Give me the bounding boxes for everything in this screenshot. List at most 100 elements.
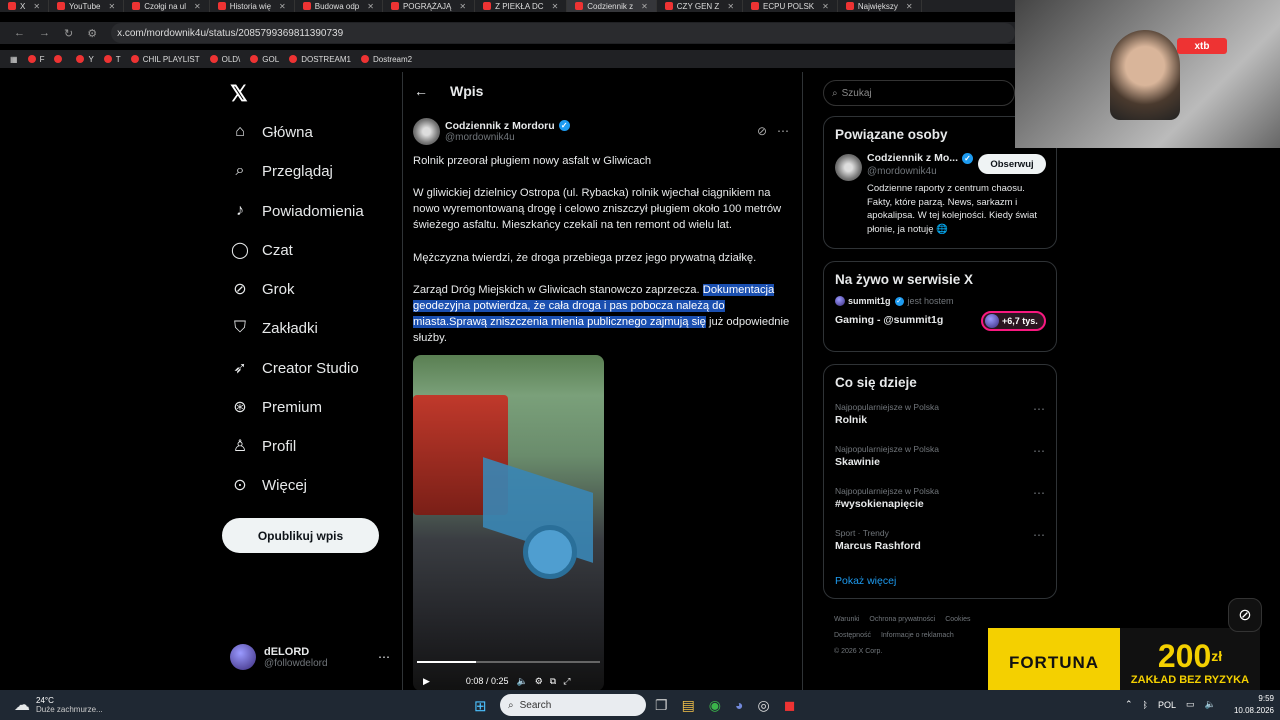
grok-icon[interactable]: ⊘	[757, 124, 767, 138]
bookmark-item[interactable]: DOSTREAM1	[289, 55, 351, 64]
live-stream-title[interactable]: Gaming - @summit1g	[835, 314, 943, 326]
close-icon[interactable]: ✕	[367, 2, 374, 11]
nav-item-przeglądaj[interactable]: ⌕ Przeglądaj	[230, 159, 333, 183]
browser-tab[interactable]: Największy ✕	[838, 0, 922, 12]
bookmark-item[interactable]: Y	[76, 55, 94, 64]
more-icon[interactable]: ⋯	[777, 124, 789, 138]
video-progress-bar[interactable]	[417, 661, 600, 663]
close-icon[interactable]: ✕	[727, 2, 734, 11]
account-switcher[interactable]: dELORD @followdelord ⋯	[230, 642, 390, 672]
trend-item[interactable]: Sport · Trendy Marcus Rashford ⋯	[835, 528, 1045, 562]
browser-tab[interactable]: Z PIEKŁA DC ✕	[475, 0, 568, 12]
x-logo-icon[interactable]: 𝕏	[230, 81, 248, 107]
nav-item-creator-studio[interactable]: ➶ Creator Studio	[230, 356, 358, 380]
close-icon[interactable]: ✕	[906, 2, 913, 11]
close-icon[interactable]: ✕	[641, 2, 648, 11]
footer-link[interactable]: Dostępność	[834, 632, 871, 639]
tray-bluetooth-icon[interactable]: ᛒ	[1143, 700, 1148, 710]
weather-icon[interactable]: ☁	[14, 695, 30, 715]
volume-icon[interactable]: 🔈	[516, 676, 527, 687]
tray-chevron-icon[interactable]: ⌃	[1125, 699, 1133, 710]
browser-tab[interactable]: Czołgi na ul ✕	[124, 0, 210, 12]
browser-tab[interactable]: YouTube ✕	[49, 0, 125, 12]
bookmark-item[interactable]	[54, 55, 66, 63]
url-field[interactable]: x.com/mordownik4u/status/208579936981139…	[111, 23, 1015, 43]
bookmark-item[interactable]: CHIL PLAYLIST	[130, 55, 200, 64]
tray-volume-icon[interactable]: 🔈	[1204, 699, 1215, 710]
footer-link[interactable]: © 2026 X Corp.	[834, 648, 882, 655]
close-icon[interactable]: ✕	[194, 2, 201, 11]
show-more-link[interactable]: Pokaż więcej	[835, 575, 896, 587]
bookmark-item[interactable]: GOL	[250, 55, 279, 64]
footer-link[interactable]: Cookies	[945, 616, 970, 623]
forward-nav-icon[interactable]: →	[39, 27, 50, 39]
chrome-icon[interactable]: ◉	[709, 697, 721, 714]
grok-float-button[interactable]: ⊘	[1228, 598, 1262, 632]
bookmark-item[interactable]: F	[27, 55, 44, 64]
play-icon[interactable]: ▶	[423, 676, 430, 687]
follow-button[interactable]: Obserwuj	[978, 154, 1046, 174]
footer-link[interactable]: Informacje o reklamach	[881, 632, 954, 639]
back-arrow-icon[interactable]: ←	[414, 83, 428, 99]
trend-item[interactable]: Najpopularniejsze w Polska Rolnik ⋯	[835, 402, 1045, 436]
related-name[interactable]: Codziennik z Mo...	[867, 152, 958, 164]
tray-network-icon[interactable]: ▭	[1186, 699, 1195, 710]
video-player[interactable]	[413, 355, 604, 691]
author-handle[interactable]: @mordownik4u	[445, 132, 757, 143]
footer-link[interactable]: Warunki	[834, 616, 859, 623]
apps-icon[interactable]: ▦	[10, 55, 18, 64]
close-icon[interactable]: ✕	[33, 2, 40, 11]
windows-start-icon[interactable]: ⊞	[474, 697, 487, 715]
close-icon[interactable]: ✕	[459, 2, 466, 11]
nav-item-więcej[interactable]: ⊙ Więcej	[230, 473, 307, 497]
nav-item-grok[interactable]: ⊘ Grok	[230, 277, 294, 301]
nav-item-powiadomienia[interactable]: ♪ Powiadomienia	[230, 199, 364, 223]
trend-item[interactable]: Najpopularniejsze w Polska #wysokienapięc…	[835, 486, 1045, 520]
browser-tab[interactable]: ECPU POLSK ✕	[743, 0, 838, 12]
live-host[interactable]: summit1g	[848, 296, 891, 306]
settings-icon[interactable]: ⚙	[535, 676, 543, 687]
browser-tab[interactable]: Codziennik z ✕	[567, 0, 657, 12]
nav-item-główna[interactable]: ⌂ Główna	[230, 120, 313, 144]
close-icon[interactable]: ✕	[822, 2, 829, 11]
pip-icon[interactable]: ⧉	[550, 676, 556, 687]
browser-tab[interactable]: Historia wię ✕	[210, 0, 295, 12]
footer-link[interactable]: Ochrona prywatności	[869, 616, 935, 623]
nav-item-zakładki[interactable]: ⛉ Zakładki	[230, 316, 318, 340]
browser-tab[interactable]: POGRĄŻAJĄ ✕	[383, 0, 476, 12]
bookmark-item[interactable]: Dostream2	[360, 55, 412, 64]
related-avatar[interactable]	[835, 154, 862, 181]
close-icon[interactable]: ✕	[552, 2, 559, 11]
back-nav-icon[interactable]: ←	[14, 27, 25, 39]
bookmark-item[interactable]: OLD\	[209, 55, 240, 64]
nav-item-premium[interactable]: ⊛ Premium	[230, 395, 322, 419]
fullscreen-icon[interactable]: ⤢	[563, 676, 570, 687]
taskbar-search[interactable]: ⌕ Search	[500, 694, 646, 716]
trend-item[interactable]: Najpopularniejsze w Polska Skawinie ⋯	[835, 444, 1045, 478]
live-viewers-badge[interactable]: +6,7 tys.	[981, 311, 1046, 331]
close-icon[interactable]: ✕	[279, 2, 286, 11]
more-icon[interactable]: ⋯	[1033, 444, 1045, 458]
browser-tab[interactable]: Budowa odp ✕	[295, 0, 383, 12]
author-avatar[interactable]	[413, 117, 440, 145]
nav-item-czat[interactable]: ◯ Czat	[230, 238, 293, 262]
file-explorer-icon[interactable]: ▤	[682, 697, 695, 714]
close-icon[interactable]: ✕	[108, 2, 115, 11]
search-input[interactable]: ⌕ Szukaj	[823, 80, 1015, 106]
discord-icon[interactable]: ◕	[735, 697, 743, 714]
browser-tab[interactable]: CZY GEN Z ✕	[657, 0, 744, 12]
obs-icon[interactable]: ◎	[757, 697, 769, 714]
more-icon[interactable]: ⋯	[1033, 486, 1045, 500]
more-icon[interactable]: ⋯	[378, 650, 390, 664]
bookmark-item[interactable]: T	[103, 55, 121, 64]
task-view-icon[interactable]: ❐	[655, 697, 668, 714]
app-icon[interactable]: ◼	[784, 697, 796, 714]
site-info-icon[interactable]: ⚙	[87, 27, 97, 40]
author-name[interactable]: Codziennik z Mordoru	[445, 120, 555, 132]
more-icon[interactable]: ⋯	[1033, 528, 1045, 542]
browser-tab[interactable]: X ✕	[0, 0, 50, 12]
nav-item-profil[interactable]: ♙ Profil	[230, 434, 296, 458]
tray-lang[interactable]: POL	[1158, 700, 1176, 710]
reload-icon[interactable]: ↻	[64, 27, 73, 40]
post-button[interactable]: Opublikuj wpis	[222, 518, 379, 553]
